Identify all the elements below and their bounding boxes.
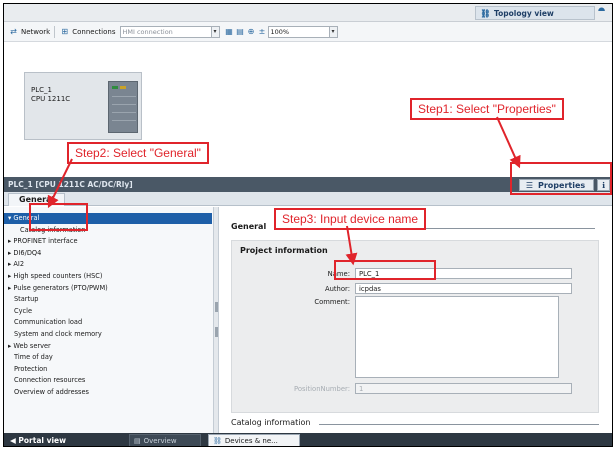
connections-label: Connections [72,27,116,36]
network-button[interactable]: ⇄ Network [8,26,50,37]
general-heading: General [231,222,267,231]
zoom-select[interactable]: 100% [267,25,330,38]
top-bar: ⛓ Topology view ⯊ [4,4,612,22]
position-number-field [355,383,572,394]
tree-item[interactable]: Protection [4,364,212,375]
status-led [112,86,118,89]
grid-icon[interactable]: ▤ [235,26,246,37]
properties-content: General Project information Name: Author… [219,207,612,433]
network-icon: ⇄ [10,27,17,36]
zoom-icon[interactable]: ⊕ [246,26,257,37]
comment-label: Comment: [314,298,350,306]
plc-device[interactable]: PLC_1 CPU 1211C [24,72,142,140]
tree-item-label: Communication load [14,318,83,327]
tree-item-label: Connection resources [14,376,86,385]
plc-module-image [108,81,138,133]
portal-view-button[interactable]: ◀ Portal view [10,435,66,446]
chevron-down-icon[interactable]: ▾ [211,25,220,38]
tree-item-label: DI6/DQ4 [13,248,42,257]
name-field-highlight [334,260,436,280]
module-stripe [112,112,136,113]
overview-icon: ▤ [134,436,141,445]
splitter-grip[interactable] [215,302,218,312]
tree-item[interactable]: Connection resources [4,375,212,386]
tree-item[interactable]: System and clock memory [4,329,212,340]
heading-rule [319,424,599,425]
settings-tree: ▾ General Catalog information ▸ PROFINET i… [4,207,214,433]
tree-item-label: Overview of addresses [14,388,89,396]
step1-annotation: Step1: Select "Properties" [410,98,564,120]
bottom-bar: ◀ Portal view ▤ Overview ⛓ Devices & ne.… [4,433,612,446]
zoom-step-icon[interactable]: ± [257,26,268,37]
tree-item-label: Startup [14,295,39,304]
tree-item-label: System and clock memory [14,330,102,338]
tree-item[interactable]: ▸ DI6/DQ4 [4,248,212,259]
plc-label: PLC_1 CPU 1211C [31,86,70,104]
status-led [120,86,126,89]
plc-name: PLC_1 [31,86,52,94]
module-stripe [112,96,136,97]
position-number-label: PositionNumber: [294,385,350,393]
tree-item[interactable]: Communication load [4,317,212,328]
author-label: Author: [324,285,350,293]
devices-icon: ⛓ [213,436,222,445]
tree-item[interactable]: ▸ Pulse generators (PTO/PWM) [4,283,212,294]
app-window: ⛓ Topology view ⯊ ⇄ Network ⊞ Connection… [3,3,613,447]
tree-item-label: AI2 [13,260,25,269]
inspector-title: PLC_1 [CPU 1211C AC/DC/Rly] [8,180,133,189]
tree-item[interactable]: Startup [4,294,212,305]
network-label: Network [21,27,51,36]
toolbar: ⇄ Network ⊞ Connections HMI connection ▾… [4,22,612,42]
table-icon[interactable]: ▦ [224,26,235,37]
comment-field[interactable] [355,296,559,378]
author-field[interactable] [355,283,572,294]
overview-tab[interactable]: ▤ Overview [129,434,201,446]
tree-item-label: Web server [13,341,51,350]
devices-networks-tab[interactable]: ⛓ Devices & ne... [208,434,300,446]
plc-cpu: CPU 1211C [31,95,71,103]
devices-label: Devices & ne... [224,436,278,445]
tree-item[interactable]: ▸ High speed counters (HSC) [4,271,212,282]
tree-item[interactable]: Cycle [4,306,212,317]
topology-view-label: Topology view [494,8,554,18]
topology-view-button[interactable]: ⛓ Topology view [475,6,595,20]
network-view-icon[interactable]: ⯊ [598,7,610,19]
connections-button[interactable]: ⊞ Connections [59,26,115,37]
tree-item-label: Protection [14,364,48,373]
step2-annotation: Step2: Select "General" [67,142,209,164]
tree-item[interactable]: ▸ Web server [4,341,212,352]
project-information-title: Project information [240,246,328,255]
tree-item[interactable]: Time of day [4,352,212,363]
tree-item-label: Time of day [14,353,53,362]
connection-type-select[interactable]: HMI connection [119,25,212,38]
tree-item[interactable]: ▸ AI2 [4,259,212,270]
toolbar-divider [54,25,56,38]
tree-item-label: PROFINET interface [13,237,78,246]
general-highlight [29,203,88,231]
module-stripe [112,120,136,121]
splitter-grip[interactable] [215,327,218,337]
tree-item-label: Cycle [14,306,33,315]
topology-icon: ⛓ [480,8,491,18]
tree-item-label: High speed counters (HSC) [13,272,103,280]
properties-highlight [510,162,612,195]
step3-annotation: Step3: Input device name [274,208,427,230]
overview-label: Overview [143,436,177,445]
tree-item-label: Pulse generators (PTO/PWM) [13,283,108,292]
tree-item[interactable]: Overview of addresses [4,387,212,398]
tree-item[interactable]: ▸ PROFINET interface [4,236,212,247]
portal-view-label: Portal view [18,436,67,445]
module-stripe [112,104,136,105]
zoom-dropdown-icon[interactable]: ▾ [329,25,338,38]
catalog-information-heading: Catalog information [231,418,311,427]
connections-icon: ⊞ [61,27,69,36]
